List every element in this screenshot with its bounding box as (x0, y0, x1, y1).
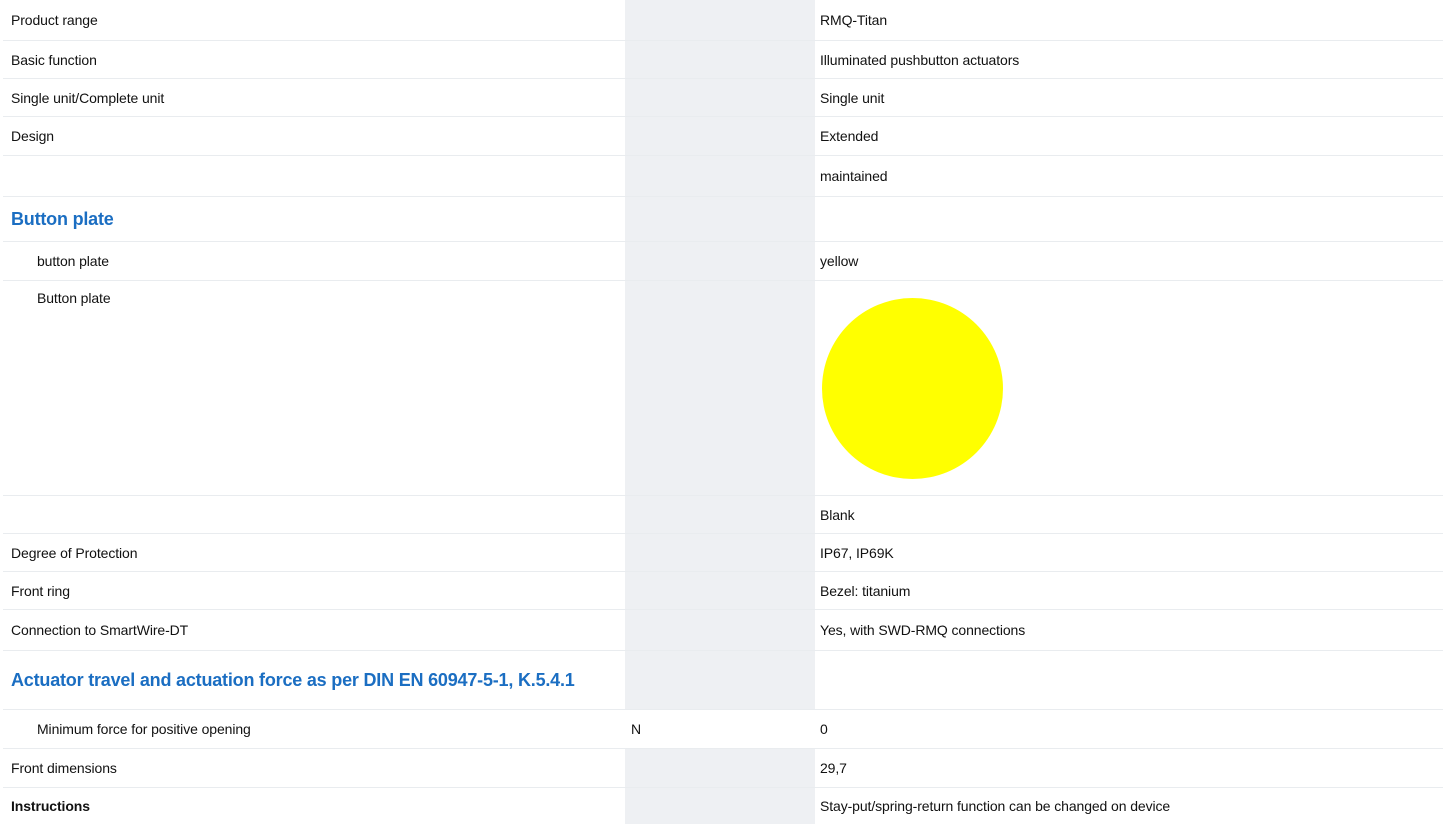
unit-gap (741, 281, 815, 495)
unit-gap (741, 156, 815, 196)
table-row: Minimum force for positive opening N 0 (3, 710, 1443, 749)
section-title: Button plate (11, 208, 114, 229)
row-value: 29,7 (820, 760, 847, 776)
unit-gap (741, 610, 815, 650)
row-value: Bezel: titanium (820, 582, 911, 599)
row-value: Illuminated pushbutton actuators (820, 51, 1020, 68)
unit-gap (741, 496, 815, 533)
section-header-button-plate: Button plate (3, 197, 1443, 242)
unit-gap (741, 534, 815, 571)
row-unit (625, 0, 741, 40)
row-value: 0 (820, 721, 828, 737)
row-value (815, 651, 1443, 709)
row-label: Button plate (37, 290, 111, 306)
unit-gap (741, 788, 815, 824)
row-value: IP67, IP69K (820, 544, 894, 561)
row-label: Degree of Protection (11, 544, 138, 561)
button-plate-color-swatch (822, 298, 1003, 479)
row-label: Connection to SmartWire-DT (11, 622, 189, 638)
row-unit (625, 572, 741, 609)
row-value: Single unit (820, 89, 885, 106)
row-label (3, 496, 625, 533)
row-label: Basic function (11, 51, 97, 68)
row-value: maintained (820, 168, 888, 184)
row-unit (625, 610, 741, 650)
row-unit: N (625, 710, 741, 748)
row-label: Minimum force for positive opening (37, 721, 251, 737)
row-label: Product range (11, 12, 98, 28)
row-value: Yes, with SWD-RMQ connections (820, 622, 1026, 638)
unit-gap (741, 651, 815, 709)
table-row: Basic function Illuminated pushbutton ac… (3, 41, 1443, 79)
table-row: Blank (3, 496, 1443, 534)
row-unit (625, 79, 741, 116)
table-row: Front ring Bezel: titanium (3, 572, 1443, 610)
row-label: Design (11, 128, 54, 144)
table-row: Design Extended (3, 117, 1443, 156)
table-row: Single unit/Complete unit Single unit (3, 79, 1443, 117)
row-label: Front ring (11, 582, 70, 599)
section-title: Actuator travel and actuation force as p… (11, 669, 575, 690)
table-row: button plate yellow (3, 242, 1443, 281)
spec-table: Product range RMQ-Titan Basic function I… (3, 0, 1443, 824)
row-label: Front dimensions (11, 760, 117, 776)
row-unit (625, 117, 741, 155)
section-header-actuator: Actuator travel and actuation force as p… (3, 651, 1443, 710)
row-value: yellow (820, 253, 859, 269)
row-unit (625, 156, 741, 196)
unit-gap (741, 242, 815, 280)
row-label (3, 156, 625, 196)
table-row-button-plate-image: Button plate (3, 281, 1443, 496)
row-unit (625, 749, 741, 787)
unit-gap (741, 41, 815, 78)
table-row: Degree of Protection IP67, IP69K (3, 534, 1443, 572)
row-unit (625, 788, 741, 824)
row-label: Instructions (11, 798, 90, 814)
row-unit (625, 197, 741, 241)
row-value: RMQ-Titan (820, 12, 888, 28)
row-value (815, 281, 1443, 495)
table-row: Instructions Stay-put/spring-return func… (3, 788, 1443, 824)
unit-gap (741, 749, 815, 787)
table-row: Connection to SmartWire-DT Yes, with SWD… (3, 610, 1443, 651)
row-unit (625, 41, 741, 78)
row-value (815, 197, 1443, 241)
row-unit (625, 496, 741, 533)
row-unit (625, 651, 741, 709)
row-unit (625, 242, 741, 280)
unit-gap (741, 79, 815, 116)
table-row: maintained (3, 156, 1443, 197)
row-value: Blank (820, 506, 855, 523)
unit-gap (741, 572, 815, 609)
row-value: Stay-put/spring-return function can be c… (820, 798, 1171, 814)
table-row: Front dimensions 29,7 (3, 749, 1443, 788)
row-label: Single unit/Complete unit (11, 89, 165, 106)
unit-gap (741, 197, 815, 241)
unit-gap (741, 0, 815, 40)
table-row: Product range RMQ-Titan (3, 0, 1443, 41)
row-unit (625, 281, 741, 495)
unit-gap (741, 117, 815, 155)
row-value: Extended (820, 128, 879, 144)
row-label: button plate (37, 253, 109, 269)
unit-gap (741, 710, 815, 748)
row-unit (625, 534, 741, 571)
